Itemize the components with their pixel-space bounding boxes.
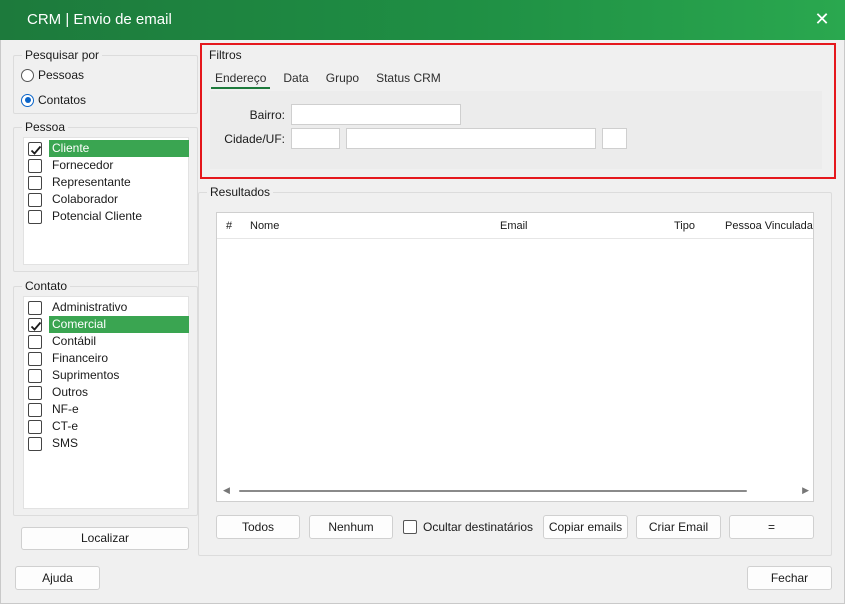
radio-contatos[interactable]: Contatos bbox=[21, 93, 86, 107]
tab-status-crm[interactable]: Status CRM bbox=[376, 71, 441, 89]
pessoa-item-label: Colaborador bbox=[52, 192, 119, 206]
radio-contatos-indicator[interactable] bbox=[21, 93, 34, 107]
criar-email-button[interactable]: Criar Email bbox=[636, 515, 721, 539]
cidade-name-input[interactable] bbox=[346, 128, 596, 149]
uf-input[interactable] bbox=[602, 128, 627, 149]
todos-button[interactable]: Todos bbox=[216, 515, 300, 539]
pessoa-legend: Pessoa bbox=[22, 120, 69, 134]
contato-legend: Contato bbox=[22, 279, 71, 293]
bairro-label: Bairro: bbox=[249, 108, 285, 122]
column-header-pessoa-vinculada[interactable]: Pessoa Vinculada bbox=[725, 220, 813, 232]
ocultar-destinatarios-checkbox[interactable]: Ocultar destinatários bbox=[403, 520, 533, 534]
pessoa-item-fornecedor[interactable]: Fornecedor bbox=[28, 157, 189, 174]
contato-item-contabil[interactable]: Contábil bbox=[28, 333, 189, 350]
column-header-tipo[interactable]: Tipo bbox=[674, 220, 695, 232]
contato-item-cte[interactable]: CT-e bbox=[28, 418, 189, 435]
pessoa-item-label: Fornecedor bbox=[52, 158, 114, 172]
copiar-emails-button[interactable]: Copiar emails bbox=[543, 515, 628, 539]
close-icon[interactable]: ✕ bbox=[811, 8, 833, 30]
pessoa-item-representante[interactable]: Representante bbox=[28, 174, 189, 191]
tab-grupo[interactable]: Grupo bbox=[326, 71, 359, 89]
contato-item-label: CT-e bbox=[52, 419, 79, 433]
contato-item-comercial[interactable]: Comercial bbox=[28, 316, 189, 333]
ajuda-button[interactable]: Ajuda bbox=[15, 566, 100, 590]
title-bar: CRM | Envio de email ✕ bbox=[0, 0, 845, 40]
contato-item-label: Administrativo bbox=[52, 300, 128, 314]
contato-outros-checkbox[interactable] bbox=[28, 385, 42, 400]
contato-cte-checkbox[interactable] bbox=[28, 419, 42, 434]
contato-item-label: Outros bbox=[52, 385, 89, 399]
contato-item-nfe[interactable]: NF-e bbox=[28, 401, 189, 418]
pessoa-representante-checkbox[interactable] bbox=[28, 175, 42, 190]
contato-suprimentos-checkbox[interactable] bbox=[28, 368, 42, 383]
contato-financeiro-checkbox[interactable] bbox=[28, 351, 42, 366]
contato-item-label: SMS bbox=[52, 436, 79, 450]
ocultar-destinatarios-box[interactable] bbox=[403, 520, 417, 534]
pessoa-cliente-checkbox[interactable] bbox=[28, 141, 42, 156]
window-title: CRM | Envio de email bbox=[27, 11, 172, 28]
checkmark-icon bbox=[30, 321, 42, 331]
contato-item-administrativo[interactable]: Administrativo bbox=[28, 299, 189, 316]
endereco-tab-content: Bairro: Cidade/UF: bbox=[210, 91, 822, 169]
contato-administrativo-checkbox[interactable] bbox=[28, 300, 42, 315]
filters-legend: Filtros bbox=[209, 48, 242, 62]
equals-button[interactable]: = bbox=[729, 515, 814, 539]
resultados-legend: Resultados bbox=[207, 185, 274, 199]
cidade-uf-label: Cidade/UF: bbox=[224, 132, 285, 146]
column-header-email[interactable]: Email bbox=[500, 220, 528, 232]
scroll-left-icon[interactable]: ◀ bbox=[223, 485, 230, 496]
pessoa-item-cliente[interactable]: Cliente bbox=[28, 140, 189, 157]
contato-item-label: NF-e bbox=[52, 402, 79, 416]
pessoa-list: Cliente Fornecedor Representante Colabor… bbox=[23, 137, 189, 265]
pessoa-item-label: Potencial Cliente bbox=[52, 209, 143, 223]
radio-pessoas-label: Pessoas bbox=[38, 68, 85, 82]
contato-item-label: Financeiro bbox=[52, 351, 109, 365]
contato-item-outros[interactable]: Outros bbox=[28, 384, 189, 401]
checkmark-icon bbox=[30, 145, 42, 155]
cidade-code-input[interactable] bbox=[291, 128, 340, 149]
radio-contatos-label: Contatos bbox=[38, 93, 87, 107]
contato-item-sms[interactable]: SMS bbox=[28, 435, 189, 452]
contato-contabil-checkbox[interactable] bbox=[28, 334, 42, 349]
radio-pessoas-indicator[interactable] bbox=[21, 68, 34, 82]
ocultar-destinatarios-label: Ocultar destinatários bbox=[423, 520, 534, 534]
fechar-button[interactable]: Fechar bbox=[747, 566, 832, 590]
column-header-nome[interactable]: Nome bbox=[250, 220, 279, 232]
bairro-input[interactable] bbox=[291, 104, 461, 125]
scroll-thumb[interactable] bbox=[239, 490, 747, 492]
results-horizontal-scrollbar[interactable]: ◀ ▶ bbox=[221, 485, 811, 497]
tab-data[interactable]: Data bbox=[283, 71, 308, 89]
pessoa-item-potencial-cliente[interactable]: Potencial Cliente bbox=[28, 208, 189, 225]
contato-item-label: Suprimentos bbox=[52, 368, 120, 382]
contato-nfe-checkbox[interactable] bbox=[28, 402, 42, 417]
contato-sms-checkbox[interactable] bbox=[28, 436, 42, 451]
search-by-legend: Pesquisar por bbox=[22, 48, 103, 62]
scroll-right-icon[interactable]: ▶ bbox=[802, 485, 809, 496]
contato-item-label: Comercial bbox=[49, 316, 189, 333]
column-header-index[interactable]: # bbox=[226, 220, 232, 232]
results-grid-header: # Nome Email Tipo Pessoa Vinculada bbox=[217, 213, 813, 239]
contato-list: Administrativo Comercial Contábil Financ… bbox=[23, 296, 189, 509]
contato-comercial-checkbox[interactable] bbox=[28, 317, 42, 332]
contato-item-suprimentos[interactable]: Suprimentos bbox=[28, 367, 189, 384]
radio-pessoas[interactable]: Pessoas bbox=[21, 68, 84, 82]
results-grid[interactable]: # Nome Email Tipo Pessoa Vinculada ◀ ▶ bbox=[216, 212, 814, 502]
contato-item-financeiro[interactable]: Financeiro bbox=[28, 350, 189, 367]
localizar-button[interactable]: Localizar bbox=[21, 527, 189, 550]
nenhum-button[interactable]: Nenhum bbox=[309, 515, 393, 539]
contato-item-label: Contábil bbox=[52, 334, 97, 348]
pessoa-item-label: Cliente bbox=[49, 140, 189, 157]
pessoa-potencial-cliente-checkbox[interactable] bbox=[28, 209, 42, 224]
filters-tabs: Endereço Data Grupo Status CRM bbox=[211, 71, 458, 89]
filters-panel: Filtros Endereço Data Grupo Status CRM B… bbox=[207, 48, 823, 174]
pessoa-fornecedor-checkbox[interactable] bbox=[28, 158, 42, 173]
pessoa-colaborador-checkbox[interactable] bbox=[28, 192, 42, 207]
tab-endereco[interactable]: Endereço bbox=[211, 71, 271, 89]
pessoa-item-label: Representante bbox=[52, 175, 131, 189]
pessoa-item-colaborador[interactable]: Colaborador bbox=[28, 191, 189, 208]
